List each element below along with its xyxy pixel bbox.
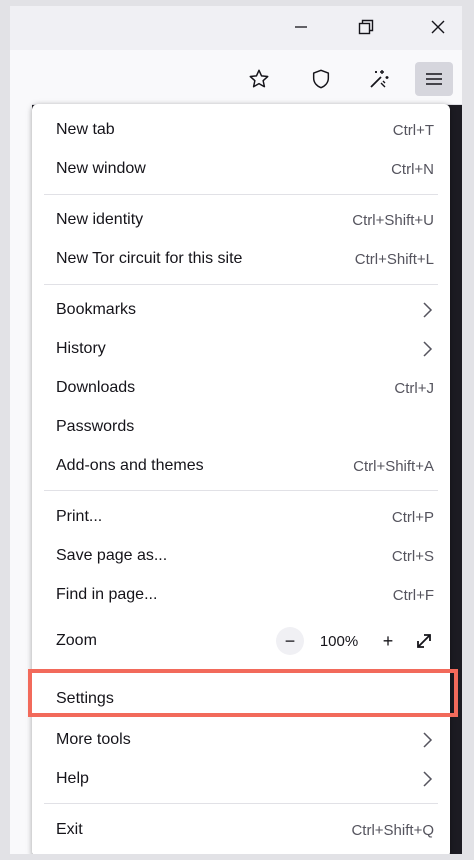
menu-item-new-window[interactable]: New window Ctrl+N: [32, 150, 450, 188]
menu-item-label: History: [56, 340, 106, 357]
menu-item-label: Exit: [56, 821, 83, 838]
menu-item-label: More tools: [56, 731, 131, 748]
menu-separator: [44, 490, 438, 491]
nav-toolbar: [10, 50, 462, 105]
fullscreen-button[interactable]: [410, 627, 438, 655]
menu-item-shortcut: Ctrl+J: [394, 379, 434, 397]
app-menu-panel: New tab Ctrl+T New window Ctrl+N New ide…: [32, 104, 450, 854]
magic-wand-icon: [370, 70, 389, 88]
zoom-controls: − 100% +: [276, 627, 438, 655]
menu-item-label: New tab: [56, 121, 115, 138]
menu-item-label: Save page as...: [56, 547, 168, 564]
menu-item-label: Add-ons and themes: [56, 457, 204, 474]
menu-item-print[interactable]: Print... Ctrl+P: [32, 498, 450, 536]
menu-item-shortcut: Ctrl+N: [391, 160, 434, 178]
shield-icon: [312, 69, 330, 89]
chevron-right-icon: [423, 732, 433, 748]
menu-item-shortcut: Ctrl+Shift+A: [353, 457, 434, 475]
menu-item-help[interactable]: Help: [32, 760, 450, 798]
menu-item-downloads[interactable]: Downloads Ctrl+J: [32, 369, 450, 407]
chevron-right-icon: [423, 341, 433, 357]
menu-item-label: Find in page...: [56, 586, 158, 603]
menu-item-addons-themes[interactable]: Add-ons and themes Ctrl+Shift+A: [32, 447, 450, 485]
menu-item-history[interactable]: History: [32, 330, 450, 368]
menu-item-label: New Tor circuit for this site: [56, 250, 243, 267]
zoom-label: Zoom: [56, 632, 97, 649]
menu-item-shortcut: Ctrl+Shift+Q: [351, 821, 434, 839]
menu-separator: [44, 194, 438, 195]
zoom-in-button[interactable]: +: [374, 627, 402, 655]
restore-icon: [358, 19, 374, 35]
menu-separator: [44, 803, 438, 804]
star-icon: [249, 69, 269, 88]
menu-item-shortcut: Ctrl+Shift+U: [352, 211, 434, 229]
menu-item-new-identity[interactable]: New identity Ctrl+Shift+U: [32, 201, 450, 239]
app-menu-button[interactable]: [415, 62, 453, 96]
menu-item-label: Settings: [56, 690, 114, 707]
menu-separator: [44, 669, 438, 670]
menu-item-shortcut: Ctrl+P: [391, 508, 434, 526]
page-content-edge: [10, 104, 32, 854]
close-button[interactable]: [423, 14, 453, 40]
menu-item-settings[interactable]: Settings: [32, 680, 450, 718]
menu-item-shortcut: Ctrl+Shift+L: [354, 250, 434, 268]
menu-item-zoom: Zoom − 100% +: [32, 620, 450, 662]
menu-item-label: New window: [56, 160, 146, 177]
close-icon: [431, 20, 445, 34]
hamburger-menu-icon: [426, 73, 442, 85]
chevron-right-icon: [423, 771, 433, 787]
new-identity-button[interactable]: [360, 62, 398, 96]
security-level-button[interactable]: [302, 62, 340, 96]
restore-button[interactable]: [351, 14, 381, 40]
menu-item-save-page[interactable]: Save page as... Ctrl+S: [32, 537, 450, 575]
menu-item-exit[interactable]: Exit Ctrl+Shift+Q: [32, 811, 450, 849]
menu-item-bookmarks[interactable]: Bookmarks: [32, 291, 450, 329]
menu-item-label: Downloads: [56, 379, 136, 396]
menu-item-more-tools[interactable]: More tools: [32, 721, 450, 759]
minimize-icon: [295, 26, 307, 28]
menu-item-new-tab[interactable]: New tab Ctrl+T: [32, 111, 450, 149]
bookmark-star-button[interactable]: [240, 62, 278, 96]
browser-window: New tab Ctrl+T New window Ctrl+N New ide…: [10, 6, 462, 854]
menu-item-label: Bookmarks: [56, 301, 137, 318]
fullscreen-icon: [417, 634, 431, 648]
minimize-button[interactable]: [286, 14, 316, 40]
zoom-reset-button[interactable]: 100%: [304, 633, 374, 650]
menu-item-new-tor-circuit[interactable]: New Tor circuit for this site Ctrl+Shift…: [32, 240, 450, 278]
menu-item-label: New identity: [56, 211, 144, 228]
menu-item-label: Passwords: [56, 418, 135, 435]
zoom-out-button[interactable]: −: [276, 627, 304, 655]
menu-item-shortcut: Ctrl+S: [391, 547, 434, 565]
menu-separator: [44, 284, 438, 285]
menu-item-label: Help: [56, 770, 89, 787]
menu-item-label: Print...: [56, 508, 103, 525]
menu-item-shortcut: Ctrl+F: [392, 586, 434, 604]
menu-item-passwords[interactable]: Passwords: [32, 408, 450, 446]
menu-item-find-in-page[interactable]: Find in page... Ctrl+F: [32, 576, 450, 614]
title-bar: [10, 6, 462, 50]
menu-item-shortcut: Ctrl+T: [392, 121, 434, 139]
chevron-right-icon: [423, 302, 433, 318]
